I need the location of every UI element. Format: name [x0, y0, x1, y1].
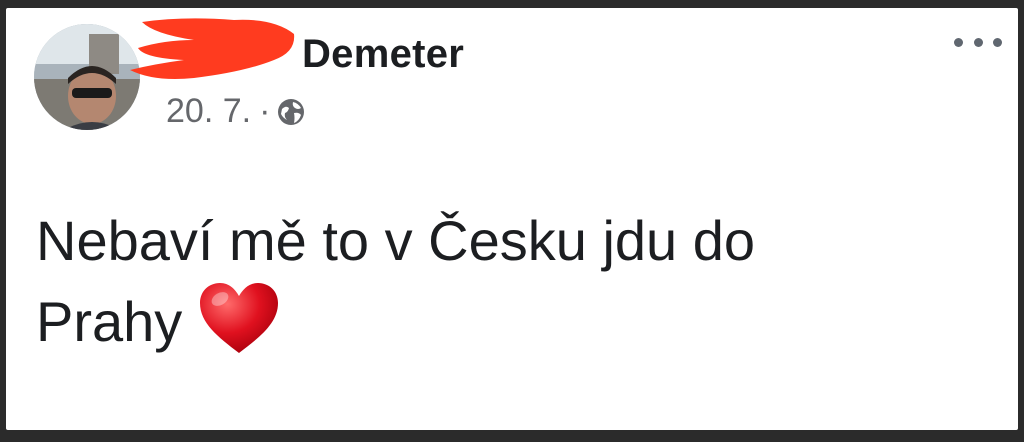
meta-separator: ·	[259, 92, 271, 130]
post-date[interactable]: 20. 7.	[166, 92, 251, 131]
facebook-post-card: Demeter 20. 7. · Nebaví mě to v Česku jd…	[6, 8, 1018, 430]
post-text-line-1: Nebaví mě to v Česku jdu do	[36, 209, 756, 272]
redaction-scribble	[130, 18, 295, 79]
heart-icon	[200, 283, 279, 353]
dot	[973, 37, 983, 47]
dot	[954, 37, 963, 47]
globe-icon[interactable]	[276, 97, 306, 127]
post-text: Nebaví mě to v Česku jdu do Prahy	[36, 201, 996, 362]
screenshot-frame: Demeter 20. 7. · Nebaví mě to v Česku jd…	[0, 0, 1024, 442]
post-text-line-2: Prahy	[36, 281, 996, 362]
author-name[interactable]: Demeter	[302, 32, 464, 77]
post-text-line-2-text: Prahy	[36, 290, 183, 353]
post-meta: 20. 7. ·	[166, 92, 306, 131]
more-dots-icon[interactable]	[954, 30, 1002, 54]
dot	[993, 37, 1002, 47]
